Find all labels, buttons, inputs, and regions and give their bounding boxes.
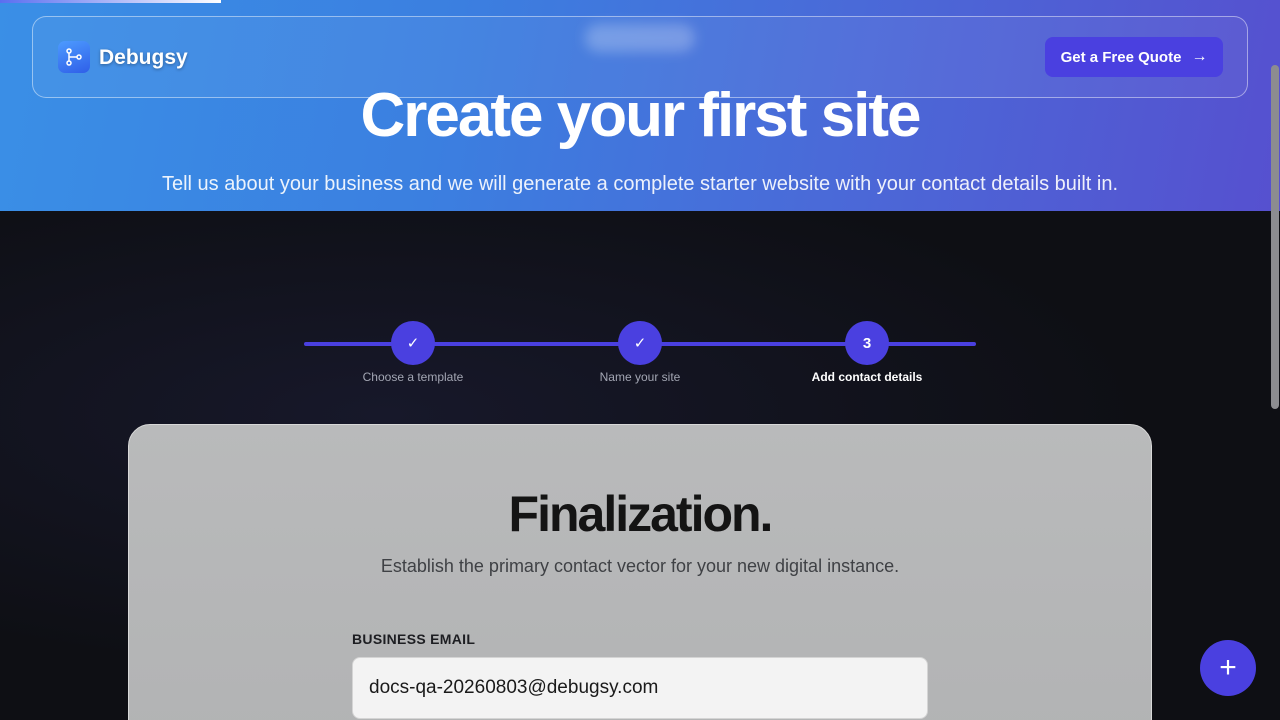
get-quote-button[interactable]: Get a Free Quote →	[1045, 37, 1223, 77]
step-number: 3	[862, 334, 872, 352]
hero-subtitle: Tell us about your business and we will …	[161, 173, 1119, 195]
arrow-right-icon: →	[1191, 48, 1208, 65]
step-3-marker: 3	[845, 321, 889, 365]
form-title: Finalization.	[508, 486, 774, 542]
checkmark-icon: ✓	[633, 335, 647, 352]
plus-icon: +	[1219, 651, 1237, 684]
step-2-marker: ✓	[618, 321, 662, 365]
git-branch-icon[interactable]	[58, 41, 90, 73]
business-email-label: BUSINESS EMAIL	[352, 631, 476, 647]
checkmark-icon: ✓	[406, 335, 420, 352]
step-1-marker: ✓	[391, 321, 435, 365]
add-button[interactable]: +	[1200, 640, 1256, 696]
navbar: Debugsy Get a Free Quote →	[32, 16, 1248, 98]
brand-name[interactable]: Debugsy	[99, 46, 188, 70]
step-3-label: Add contact details	[811, 370, 923, 384]
scrollbar-thumb[interactable]	[1271, 65, 1279, 409]
form-subtitle: Establish the primary contact vector for…	[380, 556, 900, 576]
get-quote-label: Get a Free Quote	[1060, 48, 1182, 66]
step-2-label: Name your site	[599, 370, 681, 384]
business-email-field[interactable]	[352, 657, 928, 719]
page-progress-bar	[0, 0, 221, 3]
step-1-label: Choose a template	[362, 370, 464, 384]
